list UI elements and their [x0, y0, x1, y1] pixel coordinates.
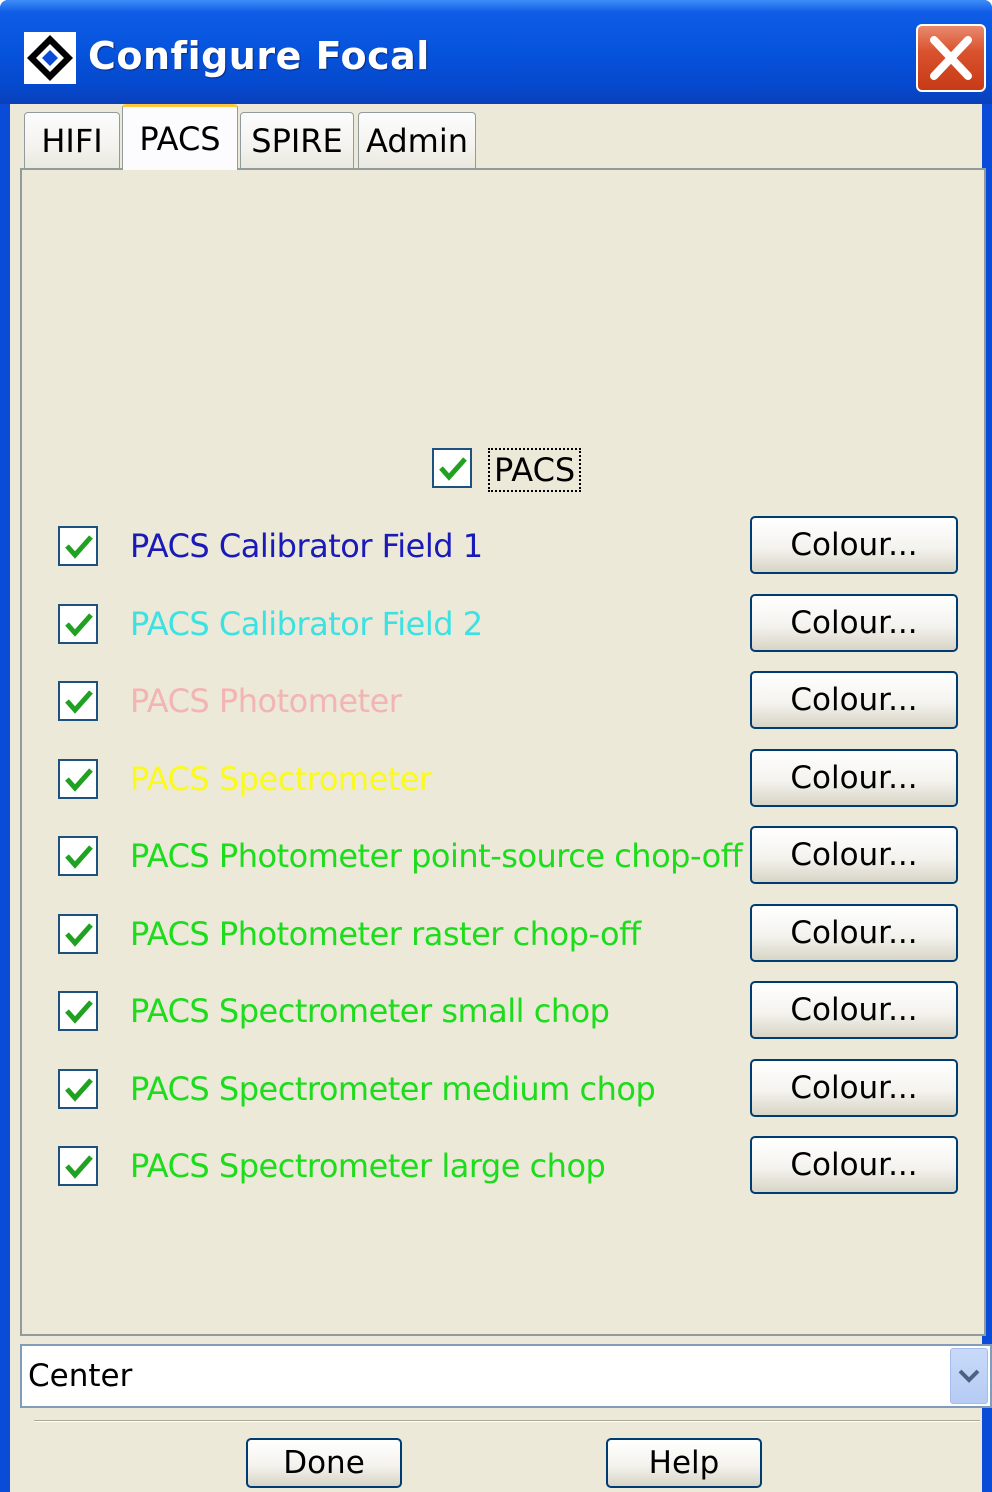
checkmark-icon	[65, 845, 93, 869]
layer-checkbox[interactable]	[58, 526, 98, 566]
colour-button[interactable]: Colour...	[750, 904, 958, 962]
checkmark-icon	[65, 613, 93, 637]
colour-button[interactable]: Colour...	[750, 981, 958, 1039]
colour-button[interactable]: Colour...	[750, 516, 958, 574]
close-x-icon	[930, 36, 972, 80]
layer-label: PACS Calibrator Field 2	[130, 605, 483, 643]
done-button[interactable]: Done	[246, 1438, 402, 1488]
layer-checkbox[interactable]	[58, 759, 98, 799]
pacs-master-label[interactable]: PACS	[488, 448, 582, 492]
window-title: Configure Focal	[88, 34, 430, 78]
pacs-master-checkbox[interactable]	[432, 448, 472, 488]
tab-admin[interactable]: Admin	[358, 112, 476, 168]
layer-label: PACS Photometer raster chop-off	[130, 915, 641, 953]
tab-strip: HIFI PACS SPIRE Admin	[20, 104, 980, 170]
layer-label: PACS Calibrator Field 1	[130, 527, 483, 565]
layer-checkbox[interactable]	[58, 836, 98, 876]
layer-label: PACS Spectrometer small chop	[130, 992, 610, 1030]
tab-hifi[interactable]: HIFI	[24, 112, 120, 168]
dialog-body: HIFI PACS SPIRE Admin PACS PACS Calibrat…	[10, 104, 992, 1492]
configure-focal-window: Configure Focal HIFI PACS SPIRE Admin PA…	[0, 0, 992, 1492]
checkmark-icon	[65, 1078, 93, 1102]
checkmark-icon	[439, 457, 467, 481]
checkmark-icon	[65, 535, 93, 559]
help-button[interactable]: Help	[606, 1438, 762, 1488]
title-bar[interactable]: Configure Focal	[0, 0, 992, 104]
close-button[interactable]	[916, 24, 986, 92]
colour-button[interactable]: Colour...	[750, 749, 958, 807]
position-select-value: Center	[28, 1358, 133, 1394]
colour-button[interactable]: Colour...	[750, 594, 958, 652]
app-diamond-icon	[24, 32, 76, 84]
checkmark-icon	[65, 923, 93, 947]
layer-checkbox[interactable]	[58, 604, 98, 644]
layer-checkbox[interactable]	[58, 681, 98, 721]
colour-button[interactable]: Colour...	[750, 671, 958, 729]
layer-label: PACS Spectrometer large chop	[130, 1147, 606, 1185]
checkmark-icon	[65, 1155, 93, 1179]
separator	[34, 1420, 980, 1422]
checkmark-icon	[65, 768, 93, 792]
checkmark-icon	[65, 1000, 93, 1024]
checkmark-icon	[65, 690, 93, 714]
colour-button[interactable]: Colour...	[750, 826, 958, 884]
layer-checkbox[interactable]	[58, 1146, 98, 1186]
layer-label: PACS Spectrometer	[130, 760, 432, 798]
layer-checkbox[interactable]	[58, 914, 98, 954]
colour-button[interactable]: Colour...	[750, 1136, 958, 1194]
layer-checkbox[interactable]	[58, 1069, 98, 1109]
chevron-down-icon	[958, 1369, 980, 1383]
tab-pacs[interactable]: PACS	[122, 104, 238, 170]
pacs-tab-panel: PACS PACS Calibrator Field 1 Colour... PAC…	[20, 168, 986, 1336]
position-select[interactable]: Center	[20, 1344, 992, 1408]
tab-spire[interactable]: SPIRE	[240, 112, 354, 168]
layer-checkbox[interactable]	[58, 991, 98, 1031]
colour-button[interactable]: Colour...	[750, 1059, 958, 1117]
layer-label: PACS Photometer point-source chop-off	[130, 837, 743, 875]
dropdown-button[interactable]	[950, 1348, 988, 1404]
layer-label: PACS Photometer	[130, 682, 402, 720]
layer-label: PACS Spectrometer medium chop	[130, 1070, 656, 1108]
